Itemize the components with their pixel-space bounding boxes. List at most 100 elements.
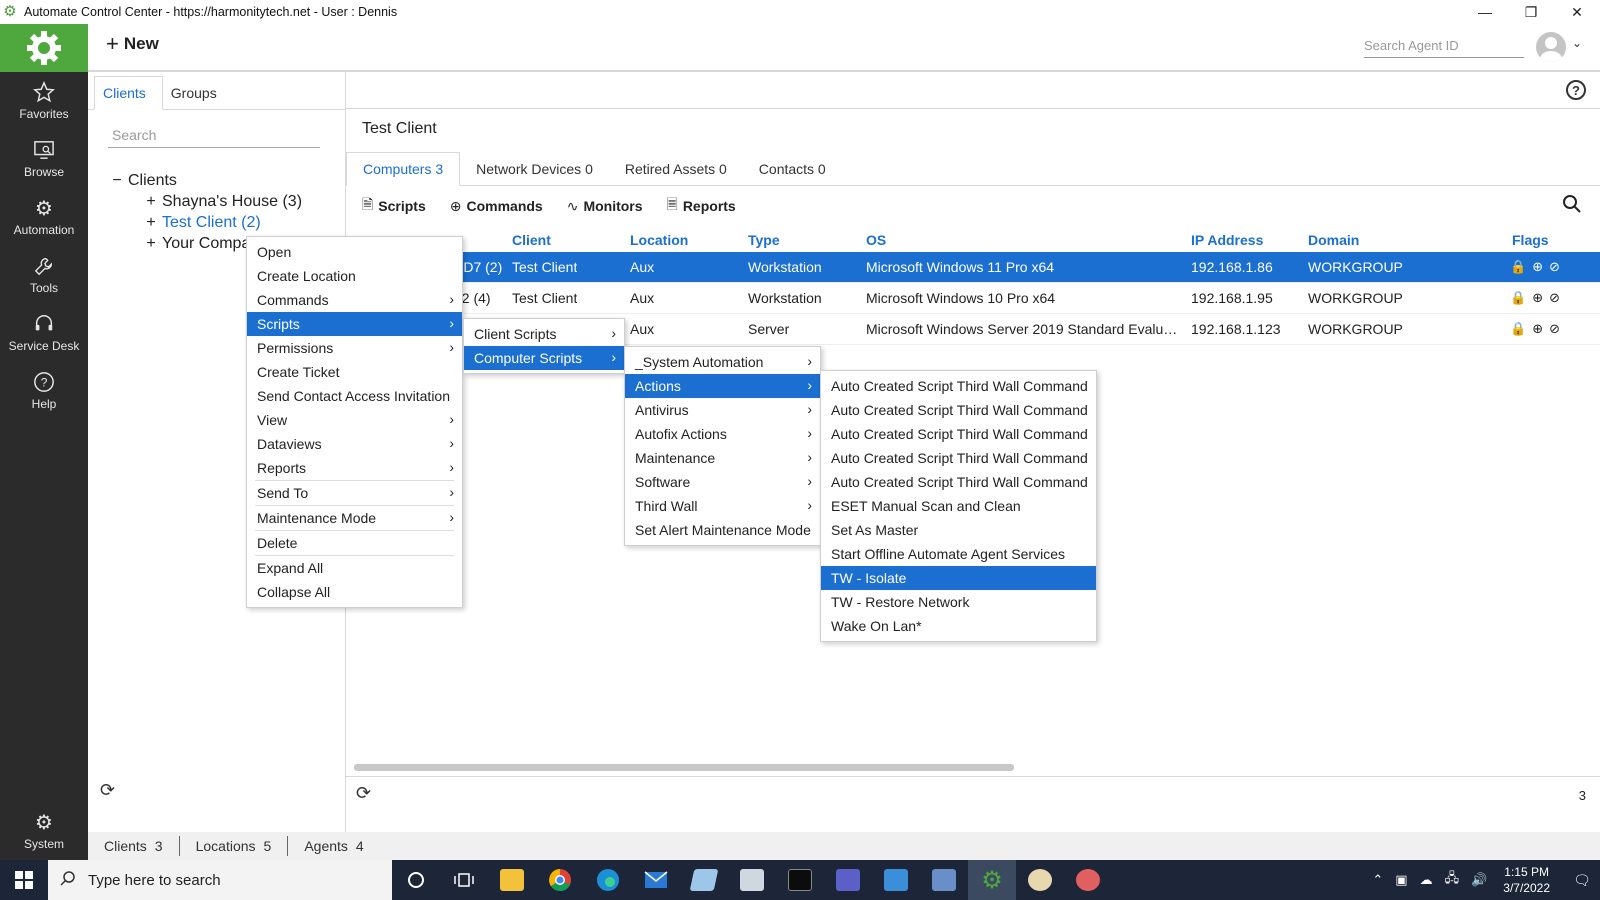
menu-item-script[interactable]: Auto Created Script Third Wall Command xyxy=(821,374,1096,398)
tab-clients[interactable]: Clients xyxy=(94,76,163,110)
nav-tools[interactable]: Tools xyxy=(0,246,88,304)
expand-icon[interactable]: + xyxy=(140,193,162,211)
taskbar-search-box[interactable]: Type here to search xyxy=(48,860,392,900)
chevron-down-icon[interactable]: ⌄ xyxy=(1572,36,1582,50)
minimize-button[interactable]: — xyxy=(1462,0,1508,24)
nav-automation[interactable]: ⚙ Automation xyxy=(0,188,88,246)
nav-favorites[interactable]: Favorites xyxy=(0,72,88,130)
column-header-os[interactable]: OS xyxy=(866,232,1184,248)
control-panel-icon[interactable] xyxy=(872,860,920,900)
paint-icon[interactable] xyxy=(1016,860,1064,900)
menu-item-computer-scripts[interactable]: Computer Scripts › xyxy=(464,346,624,370)
menu-item-commands[interactable]: Commands › xyxy=(247,288,462,312)
cortana-icon[interactable] xyxy=(392,860,440,900)
menu-item-open[interactable]: Open xyxy=(247,240,462,264)
agent-id-search-input[interactable] xyxy=(1364,34,1524,58)
meet-now-icon[interactable]: ▣ xyxy=(1395,872,1407,888)
tab-computers[interactable]: Computers 3 xyxy=(346,152,461,186)
menu-item-maintenance-mode[interactable]: Maintenance Mode › xyxy=(247,506,462,530)
taskbar-clock[interactable]: 1:15 PM 3/7/2022 xyxy=(1503,864,1550,896)
search-icon[interactable] xyxy=(1562,194,1582,217)
tree-node-client[interactable]: + Shayna's House (3) xyxy=(106,191,302,212)
menu-item-expand-all[interactable]: Expand All xyxy=(247,556,462,580)
menu-item-send-contact-access-invitation[interactable]: Send Contact Access Invitation xyxy=(247,384,462,408)
notification-icon[interactable]: 🗨 xyxy=(1564,872,1600,889)
user-avatar[interactable] xyxy=(1536,32,1566,62)
menu-item-wake-on-lan[interactable]: Wake On Lan* xyxy=(821,614,1096,638)
menu-item-script[interactable]: Auto Created Script Third Wall Command xyxy=(821,398,1096,422)
menu-item-script[interactable]: Auto Created Script Third Wall Command xyxy=(821,470,1096,494)
menu-item-actions[interactable]: Actions › xyxy=(625,374,820,398)
menu-item-set-as-master[interactable]: Set As Master xyxy=(821,518,1096,542)
menu-item-client-scripts[interactable]: Client Scripts › xyxy=(464,322,624,346)
chrome-icon[interactable] xyxy=(536,860,584,900)
notepad-icon[interactable] xyxy=(680,860,728,900)
column-header-ip[interactable]: IP Address xyxy=(1191,232,1263,248)
collapse-icon[interactable]: − xyxy=(106,172,128,190)
automate-taskbar-icon[interactable]: ⚙ xyxy=(968,860,1016,900)
menu-item-view[interactable]: View › xyxy=(247,408,462,432)
automate-logo[interactable] xyxy=(0,24,88,72)
column-header-flags[interactable]: Flags xyxy=(1512,232,1549,248)
network-icon[interactable]: 🖧 xyxy=(1445,869,1460,891)
tab-retired-assets[interactable]: Retired Assets 0 xyxy=(609,161,743,185)
tab-contacts[interactable]: Contacts 0 xyxy=(743,161,842,185)
menu-item-collapse-all[interactable]: Collapse All xyxy=(247,580,462,604)
menu-item-system-automation[interactable]: _System Automation › xyxy=(625,350,820,374)
start-button[interactable] xyxy=(0,860,48,900)
network-app-icon[interactable] xyxy=(920,860,968,900)
menu-item-permissions[interactable]: Permissions › xyxy=(247,336,462,360)
volume-icon[interactable]: 🔊 xyxy=(1471,872,1487,888)
menu-item-antivirus[interactable]: Antivirus › xyxy=(625,398,820,422)
refresh-icon[interactable]: ⟳ xyxy=(100,780,115,801)
menu-item-reports[interactable]: Reports › xyxy=(247,456,462,480)
file-explorer-icon[interactable] xyxy=(488,860,536,900)
menu-item-maintenance[interactable]: Maintenance › xyxy=(625,446,820,470)
tab-groups[interactable]: Groups xyxy=(163,85,233,109)
nav-service-desk[interactable]: Service Desk xyxy=(0,304,88,362)
splashtop-icon[interactable] xyxy=(1064,860,1112,900)
menu-item-create-location[interactable]: Create Location xyxy=(247,264,462,288)
teams-icon[interactable] xyxy=(824,860,872,900)
menu-item-third-wall[interactable]: Third Wall › xyxy=(625,494,820,518)
menu-item-send-to[interactable]: Send To › xyxy=(247,481,462,505)
nav-help[interactable]: ? Help xyxy=(0,362,88,420)
onedrive-cloud-icon[interactable]: ☁ xyxy=(1420,872,1433,888)
mail-icon[interactable] xyxy=(632,860,680,900)
expand-icon[interactable]: + xyxy=(140,214,162,232)
tree-node-client-selected[interactable]: + Test Client (2) xyxy=(106,212,302,233)
menu-item-software[interactable]: Software › xyxy=(625,470,820,494)
menu-item-autofix-actions[interactable]: Autofix Actions › xyxy=(625,422,820,446)
edge-icon[interactable] xyxy=(584,860,632,900)
help-circle-icon[interactable]: ? xyxy=(1566,80,1586,100)
tree-node-clients[interactable]: − Clients xyxy=(106,170,302,191)
task-view-icon[interactable] xyxy=(440,860,488,900)
menu-item-dataviews[interactable]: Dataviews › xyxy=(247,432,462,456)
menu-item-set-alert-maintenance-mode[interactable]: Set Alert Maintenance Mode xyxy=(625,518,820,542)
table-row[interactable]: 32 (4) Test Client Aux Workstation Micro… xyxy=(346,283,1600,314)
remote-desktop-icon[interactable] xyxy=(728,860,776,900)
table-row[interactable]: PD7 (2) Test Client Aux Workstation Micr… xyxy=(346,252,1600,283)
horizontal-scrollbar[interactable] xyxy=(354,764,1014,771)
scripts-button[interactable]: 🗎 Scripts xyxy=(362,194,426,218)
column-header-domain[interactable]: Domain xyxy=(1308,232,1359,248)
menu-item-create-ticket[interactable]: Create Ticket xyxy=(247,360,462,384)
column-header-location[interactable]: Location xyxy=(630,232,688,248)
chevron-up-icon[interactable]: ⌃ xyxy=(1372,872,1383,888)
monitors-button[interactable]: ∿ Monitors xyxy=(567,198,643,215)
menu-item-tw-isolate[interactable]: TW - Isolate xyxy=(821,566,1096,590)
expand-icon[interactable]: + xyxy=(140,235,162,253)
menu-item-scripts[interactable]: Scripts › xyxy=(247,312,462,336)
refresh-icon[interactable]: ⟳ xyxy=(356,783,371,804)
menu-item-tw-restore-network[interactable]: TW - Restore Network xyxy=(821,590,1096,614)
menu-item-script[interactable]: Auto Created Script Third Wall Command xyxy=(821,422,1096,446)
clients-search-input[interactable] xyxy=(108,122,320,148)
tab-network-devices[interactable]: Network Devices 0 xyxy=(460,161,609,185)
nav-browse[interactable]: Browse xyxy=(0,130,88,188)
menu-item-script[interactable]: Auto Created Script Third Wall Command xyxy=(821,446,1096,470)
new-button[interactable]: + New xyxy=(106,33,159,55)
menu-item-delete[interactable]: Delete xyxy=(247,531,462,555)
menu-item-start-offline-agent-services[interactable]: Start Offline Automate Agent Services xyxy=(821,542,1096,566)
column-header-type[interactable]: Type xyxy=(748,232,780,248)
commands-button[interactable]: ⊕ Commands xyxy=(450,198,543,215)
